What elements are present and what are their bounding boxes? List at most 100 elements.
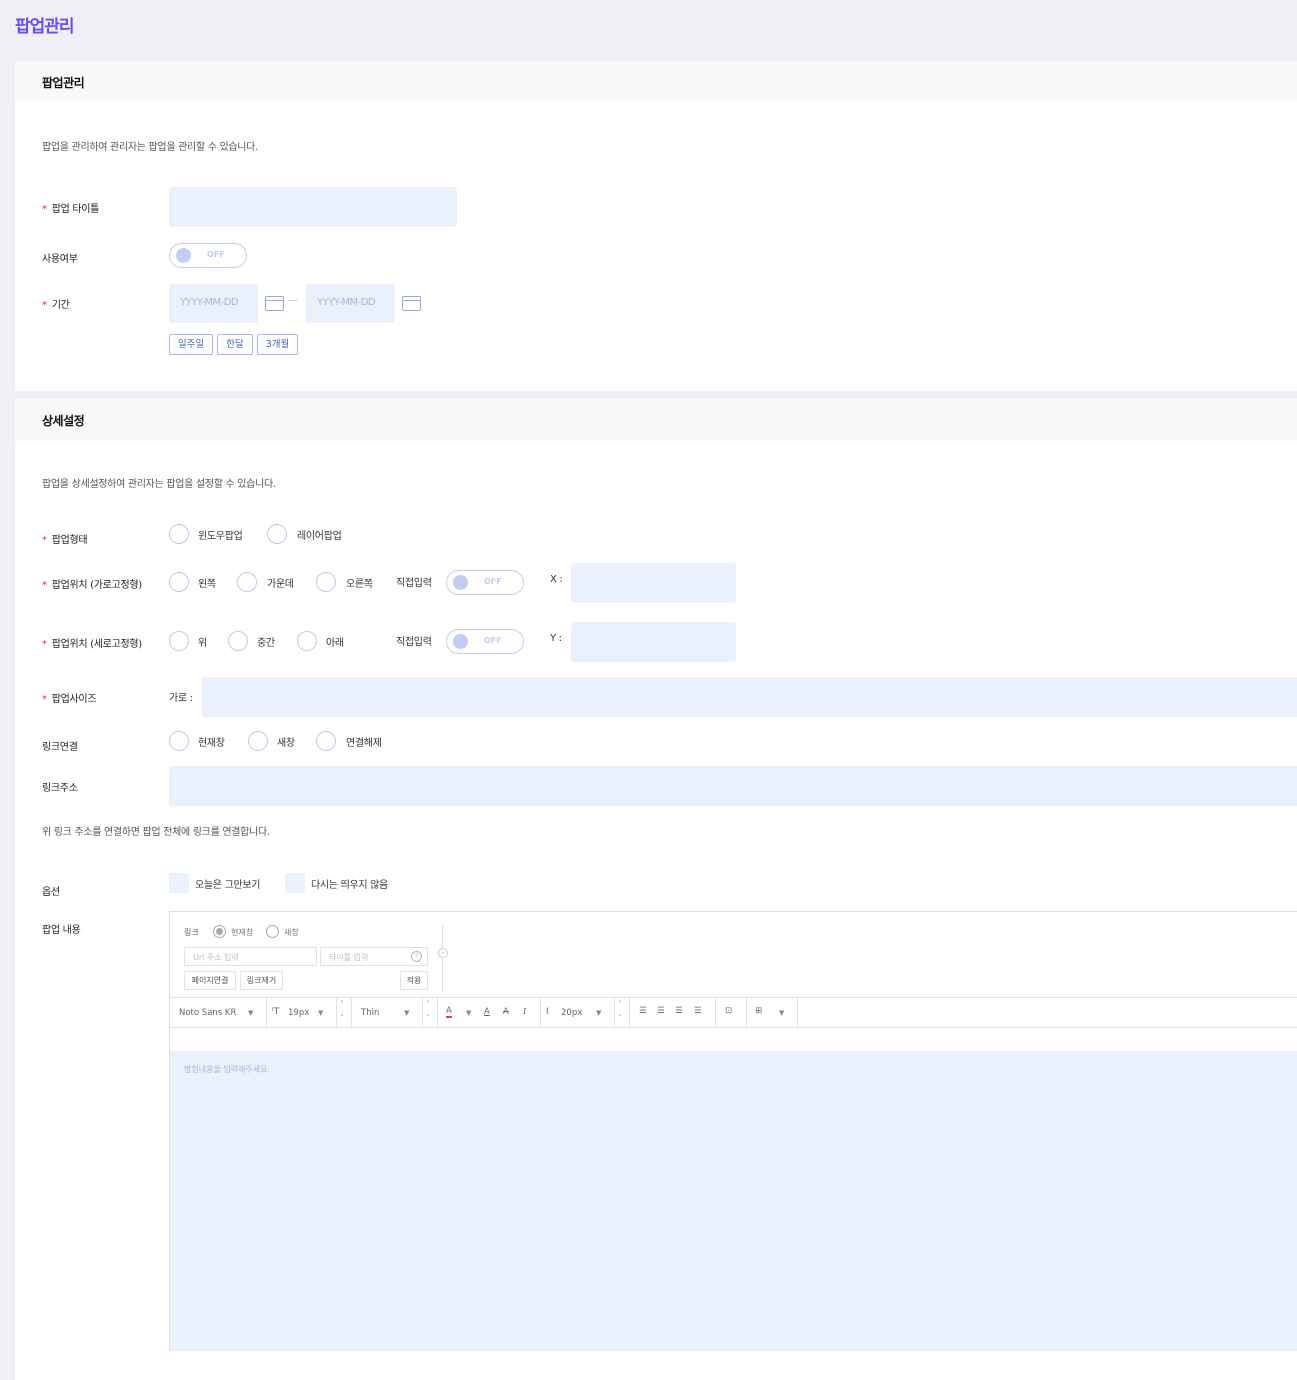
line-height-icon: Ⅰ [546, 1007, 549, 1017]
radio-current-window[interactable] [169, 731, 189, 751]
radio-label: 현재창 [231, 928, 254, 937]
radio-new-window[interactable] [248, 731, 268, 751]
date-separator: — [288, 295, 298, 306]
chevron-down-icon[interactable]: ˅ [618, 1014, 622, 1022]
hpos-label: * 팝업위치 (가로고정형) [42, 580, 142, 591]
chevron-up-icon[interactable]: ˄ [618, 1000, 622, 1008]
title-input[interactable]: 타이틀 입력 ? [320, 947, 428, 966]
chevron-down-icon[interactable]: ˅ [340, 1014, 344, 1022]
underline-icon[interactable]: A [484, 1007, 490, 1017]
y-input[interactable] [571, 622, 736, 662]
remove-link-button[interactable]: 링크제거 [240, 971, 283, 990]
radio-editor-current[interactable] [213, 925, 226, 938]
font-weight-select[interactable]: Thin [361, 1008, 379, 1018]
width-input[interactable] [202, 677, 1297, 717]
text-color-icon[interactable]: A [446, 1006, 452, 1018]
direct-input-toggle-x[interactable]: OFF [446, 570, 524, 595]
popup-content-label: 팝업 내용 [42, 925, 81, 936]
checkbox-label: 오늘은 그만보기 [195, 880, 261, 891]
align-left-icon[interactable]: ☰ [639, 1006, 647, 1016]
rich-text-editor: 링크 현재창 새창 Url 주소 입력 타이틀 입력 ? 페이지연결 링크제거 … [169, 911, 1297, 1351]
content-editable-area[interactable]: 팝업내용을 입력해주세요. [170, 1051, 1297, 1351]
radio-middle[interactable] [228, 631, 248, 651]
toggle-knob [453, 634, 468, 649]
radio-label: 위 [198, 638, 207, 649]
chevron-down-icon[interactable]: ▼ [779, 1009, 784, 1017]
quick-range-week[interactable]: 일주일 [169, 334, 213, 355]
direct-input-label: 직접입력 [396, 578, 432, 589]
card-header: 팝업관리 [15, 61, 1297, 103]
chevron-up-icon[interactable]: ˄ [426, 1000, 430, 1008]
popup-management-card: 팝업관리 팝업을 관리하여 관리자는 팝업을 관리할 수 있습니다. * 팝업 타… [15, 61, 1297, 391]
align-center-icon[interactable]: ☰ [657, 1006, 665, 1016]
card-title: 팝업관리 [42, 76, 85, 90]
calendar-icon[interactable] [402, 296, 421, 311]
apply-button[interactable]: 적용 [400, 971, 428, 990]
usage-label: 사용여부 [42, 254, 78, 265]
usage-toggle[interactable]: OFF [169, 243, 247, 268]
end-date-input[interactable]: YYYY-MM-DD [306, 284, 395, 323]
toggle-knob [453, 575, 468, 590]
quick-range-month[interactable]: 한달 [217, 334, 253, 355]
radio-label: 연결해제 [346, 738, 382, 749]
chevron-down-icon[interactable]: ▼ [318, 1009, 323, 1017]
checkbox-label: 다시는 띄우지 않음 [311, 880, 388, 891]
radio-right[interactable] [316, 572, 336, 592]
font-family-select[interactable]: Noto Sans KR [179, 1008, 236, 1018]
radio-label: 윈도우팝업 [198, 531, 243, 542]
page-link-button[interactable]: 페이지연결 [184, 971, 236, 990]
chevron-down-icon[interactable]: ▼ [596, 1009, 601, 1017]
align-right-icon[interactable]: ☰ [675, 1006, 683, 1016]
link-address-input[interactable] [169, 766, 1297, 806]
page-title: 팝업관리 [15, 17, 75, 37]
popup-title-label: * 팝업 타이틀 [42, 204, 100, 215]
x-input[interactable] [571, 563, 736, 603]
italic-icon[interactable]: I [523, 1007, 526, 1017]
start-date-input[interactable]: YYYY-MM-DD [169, 284, 258, 323]
image-icon[interactable]: ⊡ [725, 1006, 732, 1016]
link-connect-label: 링크연결 [42, 742, 78, 753]
radio-bottom[interactable] [297, 631, 317, 651]
card-header: 상세설정 [15, 399, 1297, 441]
width-label: 가로 : [169, 693, 193, 704]
editor-toolbar: Noto Sans KR ▼ ᴵT 19px ▼ ˄ ˅ Thin ▼ ˄ ˅ … [170, 997, 1297, 1028]
card-title: 상세설정 [42, 414, 85, 428]
quick-range-3months[interactable]: 3개월 [257, 334, 298, 355]
radio-disconnect[interactable] [316, 731, 336, 751]
x-label: X : [550, 574, 563, 585]
strikethrough-icon[interactable]: A [503, 1007, 509, 1017]
checkbox-never-show[interactable] [285, 873, 305, 893]
calendar-icon[interactable] [265, 296, 284, 311]
radio-label: 중간 [257, 638, 275, 649]
radio-center[interactable] [237, 572, 257, 592]
help-icon[interactable]: ? [411, 951, 422, 962]
popup-title-input[interactable] [169, 187, 457, 227]
chevron-down-icon[interactable]: ▼ [404, 1009, 409, 1017]
direct-input-toggle-y[interactable]: OFF [446, 629, 524, 654]
radio-left[interactable] [169, 572, 189, 592]
radio-label: 가운데 [267, 579, 294, 590]
url-input[interactable]: Url 주소 입력 [184, 947, 317, 966]
section-description: 팝업을 관리하여 관리자는 팝업을 관리할 수 있습니다. [42, 142, 258, 153]
chevron-down-icon[interactable]: ▼ [248, 1009, 253, 1017]
chevron-down-icon[interactable]: ˅ [426, 1014, 430, 1022]
radio-window-popup[interactable] [169, 524, 189, 544]
toggle-knob [176, 248, 191, 263]
radio-layer-popup[interactable] [267, 524, 287, 544]
checkbox-today-hide[interactable] [169, 873, 189, 893]
link-note: 위 링크 주소를 연결하면 팝업 전체에 링크를 연결합니다. [42, 827, 270, 838]
radio-top[interactable] [169, 631, 189, 651]
collapse-icon[interactable]: ‹ [438, 948, 448, 958]
content-placeholder: 팝업내용을 입력해주세요. [184, 1065, 271, 1074]
chevron-down-icon[interactable]: ▼ [466, 1009, 471, 1017]
toggle-state: OFF [207, 250, 225, 259]
radio-editor-new[interactable] [266, 925, 279, 938]
radio-label: 왼쪽 [198, 579, 216, 590]
align-justify-icon[interactable]: ☰ [694, 1006, 702, 1016]
line-height-select[interactable]: 20px [561, 1008, 582, 1018]
radio-label: 레이어팝업 [297, 531, 342, 542]
link-address-label: 링크주소 [42, 783, 78, 794]
font-size-select[interactable]: 19px [288, 1008, 309, 1018]
chevron-up-icon[interactable]: ˄ [340, 1000, 344, 1008]
table-icon[interactable]: ⊞ [755, 1006, 762, 1016]
